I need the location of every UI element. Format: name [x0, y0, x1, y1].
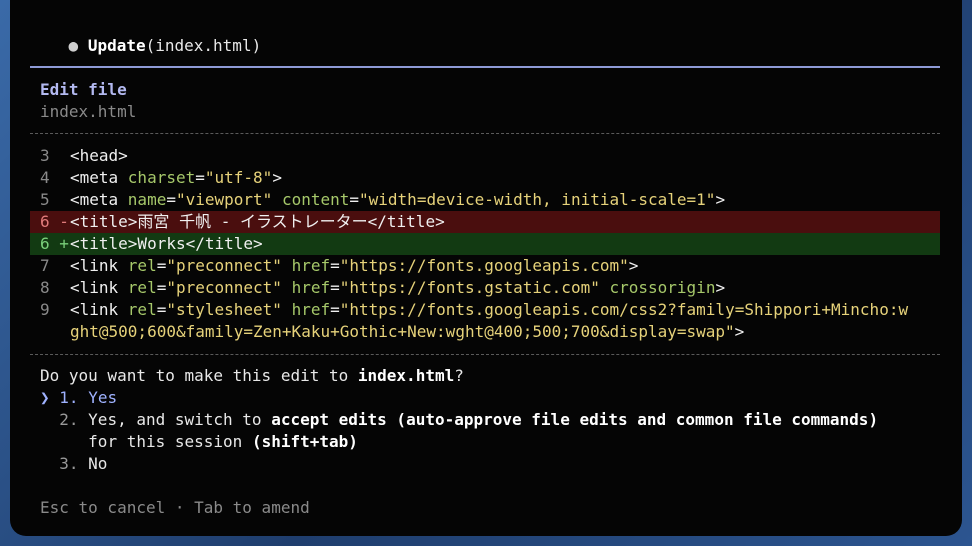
code-attribute: rel	[127, 300, 157, 319]
code-string: "preconnect"	[166, 256, 282, 275]
option-label: No	[88, 454, 108, 473]
code-text: <title>雨宮 千帆 - イラストレーター</title>	[70, 212, 445, 231]
diff-line: 4 <meta charset="utf-8">	[40, 167, 282, 189]
code-string: "stylesheet"	[166, 300, 282, 319]
code-string: "https://fonts.gstatic.com"	[339, 278, 600, 297]
code-attribute: content	[281, 190, 350, 209]
option-yes[interactable]: ❯ 1. Yes	[40, 387, 117, 409]
line-number: 9	[40, 300, 50, 319]
confirm-question: Do you want to make this edit to index.h…	[40, 365, 464, 387]
diff-line: 6 +<title>Works</title>	[40, 233, 263, 255]
keyboard-hints: Esc to cancel · Tab to amend	[40, 498, 310, 517]
line-number: 4	[40, 168, 50, 187]
line-number: 3	[40, 146, 50, 165]
code-string: "preconnect"	[166, 278, 282, 297]
option-label: Yes, and switch to	[88, 410, 272, 429]
line-number: 6 -	[40, 212, 69, 231]
option-label: for this session	[88, 432, 252, 451]
code-text: =	[330, 256, 340, 275]
code-text: <title>Works</title>	[70, 234, 263, 253]
code-text: <link	[70, 278, 128, 297]
code-text: =	[166, 190, 176, 209]
tool-name: Update	[87, 36, 146, 55]
line-number: 6 +	[40, 234, 69, 253]
code-text: =	[156, 300, 167, 319]
tool-call-header: ● Update(index.html)	[30, 13, 262, 55]
code-string: "viewport"	[175, 190, 273, 209]
code-attribute: rel	[127, 278, 157, 297]
code-text: =	[330, 278, 340, 297]
option-number: 3.	[59, 454, 79, 473]
divider	[30, 133, 940, 134]
panel-filename: index.html	[40, 102, 137, 121]
code-text: =	[330, 300, 340, 319]
option-number: 1.	[59, 388, 79, 407]
option-label: Yes	[88, 388, 118, 407]
code-text: >	[272, 168, 282, 187]
code-string: ght@500;600&family=Zen+Kaku+Gothic+New:w…	[70, 322, 735, 341]
option-label-emphasis: accept edits (auto-approve file edits an…	[271, 410, 879, 429]
code-string: "https://fonts.googleapis.com"	[339, 256, 629, 275]
line-number: 7	[40, 256, 50, 275]
question-mark: ?	[454, 366, 464, 385]
code-text: <link	[70, 300, 128, 319]
code-text: <link	[70, 256, 128, 275]
code-text: <meta	[70, 168, 128, 187]
code-attribute: href	[291, 256, 331, 275]
diff-line: 7 <link rel="preconnect" href="https://fo…	[40, 255, 638, 277]
code-attribute: rel	[127, 256, 157, 275]
code-attribute: name	[127, 190, 167, 209]
diff-line: 8 <link rel="preconnect" href="https://fo…	[40, 277, 725, 299]
diff-line: 9 <link rel="stylesheet" href="https://fo…	[40, 299, 908, 321]
code-text: =	[156, 278, 167, 297]
tool-args: (index.html)	[145, 36, 262, 55]
option-no[interactable]: 3. No	[40, 453, 107, 475]
line-number: 5	[40, 190, 50, 209]
question-filename: index.html	[357, 366, 455, 385]
code-text: >	[734, 322, 745, 341]
option-yes-accept-edits[interactable]: 2. Yes, and switch to accept edits (auto…	[40, 409, 878, 431]
code-text: >	[628, 256, 639, 275]
diff-line: 5 <meta name="viewport" content="width=de…	[40, 189, 725, 211]
selection-chevron-icon: ❯	[40, 388, 50, 407]
line-number: 8	[40, 278, 50, 297]
option-yes-accept-edits-continued[interactable]: for this session (shift+tab)	[40, 431, 358, 453]
code-text: >	[715, 190, 726, 209]
option-number: 2.	[59, 410, 79, 429]
code-text: =	[195, 168, 205, 187]
status-dot-icon: ●	[68, 36, 79, 55]
code-attribute: href	[291, 300, 331, 319]
diff-line: 3 <head>	[40, 145, 128, 167]
code-text: <head>	[70, 146, 128, 165]
option-shortcut: (shift+tab)	[251, 432, 358, 451]
code-string: "width=device-width, initial-scale=1"	[359, 190, 716, 209]
code-text: =	[156, 256, 167, 275]
code-attribute: charset	[127, 168, 196, 187]
diff-line: 6 -<title>雨宮 千帆 - イラストレーター</title>	[40, 211, 445, 233]
divider	[30, 354, 940, 355]
code-attribute: crossorigin	[609, 278, 716, 297]
panel-title: Edit file	[40, 80, 127, 99]
code-text: <meta	[70, 190, 128, 209]
question-text: Do you want to make this edit to	[40, 366, 358, 385]
panel-top-border	[30, 66, 940, 68]
code-text: =	[349, 190, 360, 209]
diff-line: ght@500;600&family=Zen+Kaku+Gothic+New:w…	[40, 321, 744, 343]
code-attribute: href	[291, 278, 331, 297]
code-string: "utf-8"	[204, 168, 273, 187]
code-text: >	[715, 278, 726, 297]
terminal-window: ● Update(index.html) Edit file index.htm…	[10, 0, 962, 536]
code-string: "https://fonts.googleapis.com/css2?famil…	[339, 300, 909, 319]
